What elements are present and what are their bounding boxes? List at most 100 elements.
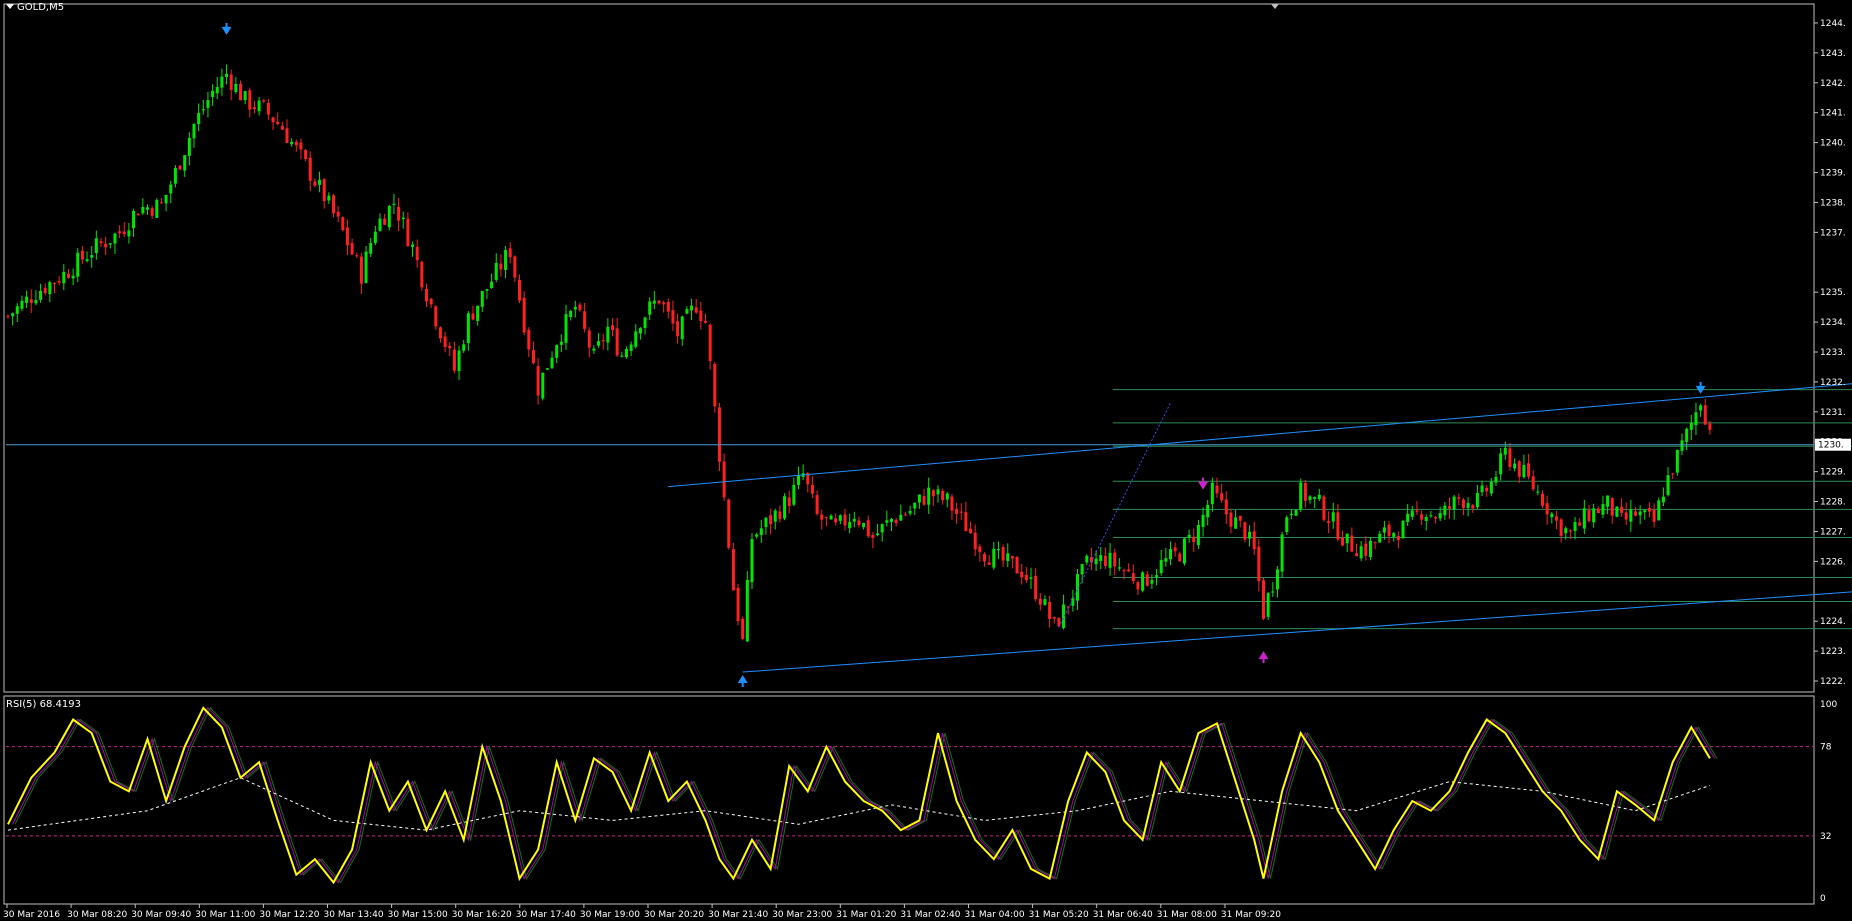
chart-canvas[interactable]: 0 1231.7413.8 1230.6323.6 1229.8538.2 12… <box>0 0 1852 921</box>
candle-body <box>1336 512 1340 540</box>
candle-body <box>652 300 656 304</box>
candle-body <box>304 149 308 160</box>
fibonacci-retracement: 0 1231.7413.8 1230.6323.6 1229.8538.2 12… <box>1112 389 1852 630</box>
candle-body <box>587 330 591 348</box>
candle-body <box>597 341 601 346</box>
candle-body <box>694 307 698 313</box>
price-tick-label: 1223. <box>1820 647 1846 657</box>
candle-body <box>150 208 154 216</box>
candle-body <box>1285 517 1289 533</box>
candle-body <box>838 515 842 521</box>
candle-body <box>1038 598 1042 605</box>
time-tick-label: 30 Mar 08:20 <box>67 910 127 920</box>
candle-body <box>1489 481 1493 494</box>
time-tick-label: 31 Mar 08:00 <box>1157 910 1217 920</box>
candle-body <box>25 296 29 303</box>
candle-body <box>1541 493 1544 506</box>
candle-body <box>197 113 201 125</box>
candle-body <box>369 243 373 254</box>
candle-body <box>1443 505 1447 516</box>
candle-body <box>1448 506 1451 509</box>
candle-body <box>164 194 168 204</box>
price-tick-label: 1243. <box>1820 49 1846 59</box>
candle-body <box>1280 534 1284 572</box>
candle-body <box>1010 556 1014 559</box>
candle-body <box>94 238 98 253</box>
candle-body <box>973 532 977 550</box>
candle-body <box>592 348 596 351</box>
candle-body <box>1661 496 1665 503</box>
candle-body <box>1550 513 1554 518</box>
candle-body <box>229 74 233 90</box>
candle-body <box>159 202 163 204</box>
price-tick-label: 1240. <box>1820 139 1846 149</box>
candle-body <box>1675 449 1679 473</box>
candle-body <box>192 124 196 139</box>
candle-body <box>1173 547 1177 552</box>
candle-body <box>1634 511 1637 516</box>
time-tick-label: 31 Mar 09:20 <box>1221 910 1281 920</box>
candle-body <box>917 494 921 503</box>
candle-body <box>1020 571 1024 578</box>
candle-body <box>1034 575 1038 600</box>
time-tick-label: 30 Mar 17:40 <box>516 910 576 920</box>
candle-body <box>1341 537 1345 546</box>
candle-body <box>899 514 903 521</box>
candle-body <box>871 534 875 538</box>
candle-body <box>113 233 117 244</box>
candle-body <box>1345 533 1349 544</box>
candle-body <box>583 311 587 329</box>
time-tick-label: 30 Mar 13:40 <box>324 910 384 920</box>
candle-body <box>452 349 456 371</box>
shift-marker-icon[interactable] <box>1271 4 1279 9</box>
candle-body <box>964 512 968 532</box>
candle-body <box>959 511 963 513</box>
candle-body <box>815 495 819 514</box>
candle-body <box>1466 503 1470 508</box>
candle-body <box>834 518 838 523</box>
rsi-tick-label: 100 <box>1820 700 1837 710</box>
candle-body <box>1508 448 1512 467</box>
candle-body <box>1052 617 1056 619</box>
candle-body <box>629 344 633 351</box>
candle-body <box>127 230 131 237</box>
candle-body <box>1066 606 1070 608</box>
candle-body <box>136 213 140 216</box>
candle-body <box>1317 494 1321 500</box>
candle-body <box>1275 569 1279 590</box>
candle-body <box>1643 510 1647 513</box>
trendline-lower-channel[interactable] <box>742 582 1852 673</box>
trendline-upper-channel-left[interactable] <box>668 370 1852 488</box>
rsi-indicator <box>6 706 1814 885</box>
candle-body <box>824 517 828 519</box>
candle-body <box>485 289 489 291</box>
candle-body <box>1438 513 1442 519</box>
candle-body <box>378 218 382 231</box>
candle-body <box>457 350 461 372</box>
candle-body <box>1652 510 1656 522</box>
dropdown-triangle-icon[interactable] <box>6 4 14 9</box>
candle-body <box>1350 535 1354 552</box>
candle-body <box>876 533 880 536</box>
candle-body <box>741 618 745 639</box>
candle-body <box>1229 512 1233 527</box>
candle-body <box>992 548 996 568</box>
price-tick-label: 1235. <box>1820 288 1846 298</box>
trendline-blue-dotted-projection[interactable] <box>1058 402 1171 628</box>
candle-body <box>1322 496 1326 520</box>
candle-body <box>792 484 796 505</box>
candle-body <box>1206 504 1210 518</box>
candle-body <box>1694 412 1698 426</box>
candle-body <box>1461 499 1465 508</box>
candle-body <box>1582 508 1586 529</box>
candle-body <box>666 302 670 312</box>
candle-body <box>522 297 526 333</box>
candle-body <box>401 217 405 220</box>
chart-symbol-title[interactable]: GOLD,M5 <box>6 2 64 13</box>
candle-body <box>1471 505 1475 509</box>
candle-body <box>1499 453 1503 475</box>
candle-body <box>1559 519 1563 536</box>
candle-body <box>294 141 298 146</box>
time-tick-label: 30 Mar 16:20 <box>452 910 512 920</box>
candle-body <box>545 368 549 370</box>
